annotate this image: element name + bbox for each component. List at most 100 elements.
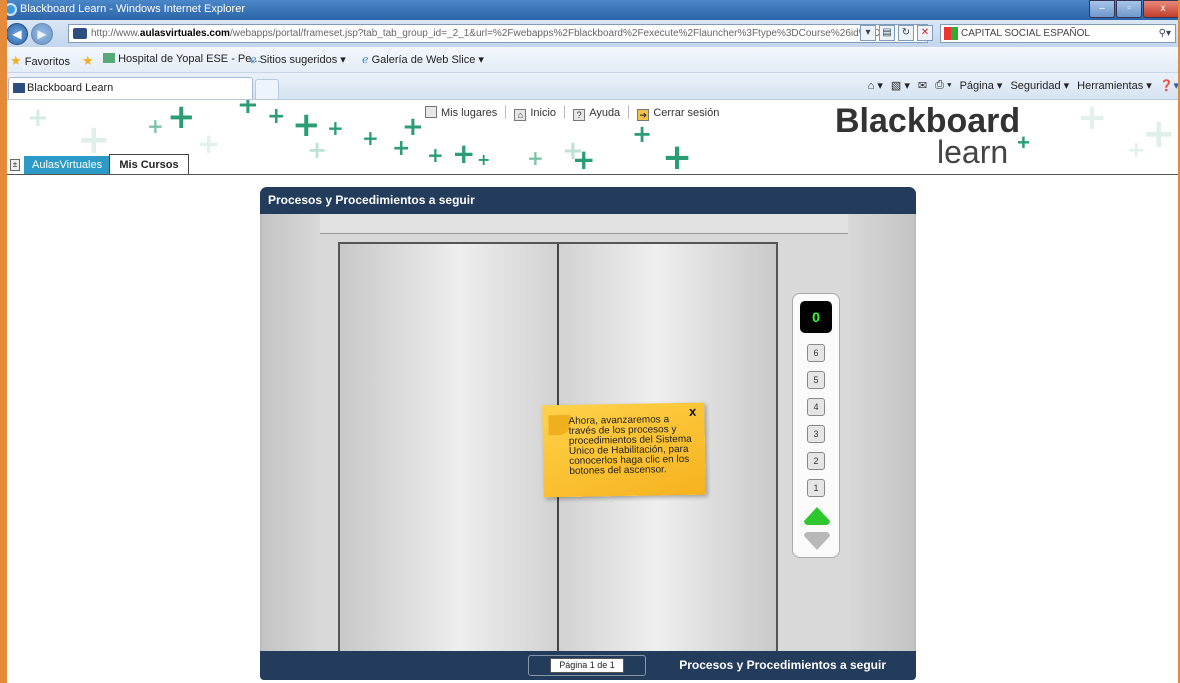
search-input[interactable]: CAPITAL SOCIAL ESPAÑOL ⚲▾	[940, 24, 1176, 43]
floor-display: 0	[800, 301, 832, 333]
favorites-button[interactable]: ★ Favoritos	[10, 53, 70, 69]
maximize-button[interactable]: ▫	[1116, 0, 1142, 18]
floor-button-6[interactable]: 6	[807, 344, 825, 362]
browser-frame: Blackboard Learn - Windows Internet Expl…	[0, 0, 1180, 683]
refresh-icon[interactable]: ↻	[898, 25, 914, 41]
up-arrow-icon[interactable]	[804, 507, 830, 521]
sticky-note: Ahora, avanzaremos a través de los proce…	[542, 402, 706, 498]
webslice-icon: ℯ	[362, 54, 369, 66]
decor-plus-icon: +	[1142, 111, 1176, 157]
down-arrow-icon[interactable]	[804, 536, 830, 550]
address-bar: ◀ ▶ http://www.aulasvirtuales.com/webapp…	[7, 20, 1178, 47]
decor-plus-icon: +	[27, 103, 49, 133]
decor-plus-icon: +	[167, 100, 196, 137]
decor-plus-icon: +	[632, 120, 653, 148]
page-menu[interactable]: Página ▾	[960, 79, 1003, 92]
print-icon[interactable]: ⎙ ▾	[935, 79, 951, 92]
decor-plus-icon: +	[237, 100, 259, 120]
home-icon[interactable]: ⌂ ▾	[868, 79, 883, 92]
browser-tab-bar: Blackboard Learn ⌂ ▾ ▧ ▾ ✉ ⎙ ▾ Página ▾ …	[7, 73, 1178, 100]
site-favicon	[73, 28, 87, 39]
elevator-door-left	[340, 244, 557, 654]
help-icon[interactable]: ❓▾	[1160, 79, 1178, 92]
decor-plus-icon: +	[427, 143, 444, 167]
decor-plus-icon: +	[452, 137, 476, 170]
tab-mis-cursos[interactable]: Mis Cursos	[109, 154, 189, 175]
note-curl	[548, 414, 571, 436]
window-title: Blackboard Learn - Windows Internet Expl…	[20, 3, 245, 15]
decor-plus-icon: +	[1077, 100, 1108, 138]
floor-button-4[interactable]: 4	[807, 398, 825, 416]
decor-plus-icon: +	[527, 146, 544, 170]
favorite-link-hospital[interactable]: Hospital de Yopal ESE - Pe...	[103, 53, 261, 65]
minimize-button[interactable]: –	[1089, 0, 1115, 18]
link-ayuda[interactable]: Ayuda	[589, 107, 620, 119]
blackboard-header: + + + + + + + + + + + + + + + + + + + + …	[7, 100, 1178, 175]
security-menu[interactable]: Seguridad ▾	[1010, 79, 1069, 92]
new-tab-button[interactable]	[255, 79, 279, 99]
favorite-link-suggested[interactable]: ℯ Sitios sugeridos ▾	[250, 53, 346, 66]
header-divider	[7, 174, 1178, 175]
command-bar: ⌂ ▾ ▧ ▾ ✉ ⎙ ▾ Página ▾ Seguridad ▾ Herra…	[868, 79, 1178, 92]
decor-plus-icon: +	[362, 126, 379, 150]
elevator-frame-left	[262, 214, 320, 651]
close-button[interactable]: x	[1143, 0, 1178, 18]
favorites-bar: ★ Favoritos ★ Hospital de Yopal ESE - Pe…	[7, 47, 1178, 73]
ie-icon: ℯ	[250, 54, 257, 66]
site-icon	[103, 53, 115, 63]
footer-title: Procesos y Procedimientos a seguir	[679, 658, 886, 672]
home-icon: ⌂	[514, 109, 527, 121]
stop-icon[interactable]: ✕	[917, 25, 933, 41]
elevator-control-panel: 0 6 5 4 3 2 1	[792, 293, 840, 558]
link-mis-lugares[interactable]: Mis lugares	[441, 107, 497, 119]
dropdown-icon[interactable]: ▾	[860, 25, 876, 41]
tools-menu[interactable]: Herramientas ▾	[1077, 79, 1152, 92]
ie-icon	[7, 3, 17, 16]
user-icon	[425, 106, 437, 118]
link-inicio[interactable]: Inicio	[530, 107, 556, 119]
note-close-button[interactable]: x	[689, 404, 696, 419]
elevator-shaft: 0 6 5 4 3 2 1 Ahora, avanzaremos a travé…	[262, 214, 914, 654]
favorite-link-webslice[interactable]: ℯ Galería de Web Slice ▾	[362, 53, 484, 66]
elevator-frame-right	[848, 214, 914, 651]
back-button[interactable]: ◀	[7, 23, 28, 45]
elevator-module: Procesos y Procedimientos a seguir 0 6 5…	[260, 187, 916, 680]
feeds-icon[interactable]: ▧ ▾	[891, 79, 910, 92]
floor-button-1[interactable]: 1	[807, 479, 825, 497]
link-cerrar-sesion[interactable]: Cerrar sesión	[653, 107, 719, 119]
floor-button-2[interactable]: 2	[807, 452, 825, 470]
pager: Página 1 de 1	[528, 655, 646, 676]
window-titlebar: Blackboard Learn - Windows Internet Expl…	[7, 0, 1178, 20]
compat-view-icon[interactable]: ▤	[879, 25, 895, 41]
top-links: Mis lugares ⌂ Inicio ? Ayuda ➔ Cerrar sesió…	[425, 105, 719, 121]
floor-button-5[interactable]: 5	[807, 371, 825, 389]
star-icon: ★	[10, 53, 22, 68]
search-provider-icon	[944, 27, 958, 40]
module-footer: Página 1 de 1 Procesos y Procedimientos …	[260, 651, 916, 680]
learn-logo: learn	[937, 134, 1009, 170]
blackboard-logo: Blackboard	[835, 102, 1021, 140]
add-favorite-icon[interactable]: ★	[82, 53, 94, 69]
search-icon[interactable]: ⚲▾	[1159, 25, 1171, 42]
decor-plus-icon: +	[572, 143, 596, 175]
tab-aulas-virtuales[interactable]: AulasVirtuales	[24, 156, 111, 175]
forward-button[interactable]: ▶	[31, 23, 53, 45]
note-text: Ahora, avanzaremos a través de los proce…	[568, 414, 692, 477]
page-indicator: Página 1 de 1	[550, 658, 624, 673]
url-field[interactable]: http://www.aulasvirtuales.com/webapps/po…	[68, 24, 928, 43]
browser-tab[interactable]: Blackboard Learn	[8, 77, 253, 99]
collapse-toggle[interactable]: ±	[10, 159, 20, 171]
address-tools: ▾ ▤ ↻ ✕	[860, 25, 933, 41]
tab-favicon	[13, 83, 25, 93]
module-title: Procesos y Procedimientos a seguir	[260, 187, 916, 214]
help-icon: ?	[573, 109, 586, 121]
mail-icon[interactable]: ✉	[918, 79, 927, 92]
decor-plus-icon: +	[197, 127, 221, 160]
decor-plus-icon: +	[662, 137, 693, 176]
decor-plus-icon: +	[307, 136, 328, 164]
floor-button-3[interactable]: 3	[807, 425, 825, 443]
elevator-frame-top	[320, 214, 848, 234]
decor-plus-icon: +	[477, 150, 491, 169]
up-arrow-base	[804, 521, 830, 525]
logo-plus-icon: +	[1017, 130, 1030, 155]
